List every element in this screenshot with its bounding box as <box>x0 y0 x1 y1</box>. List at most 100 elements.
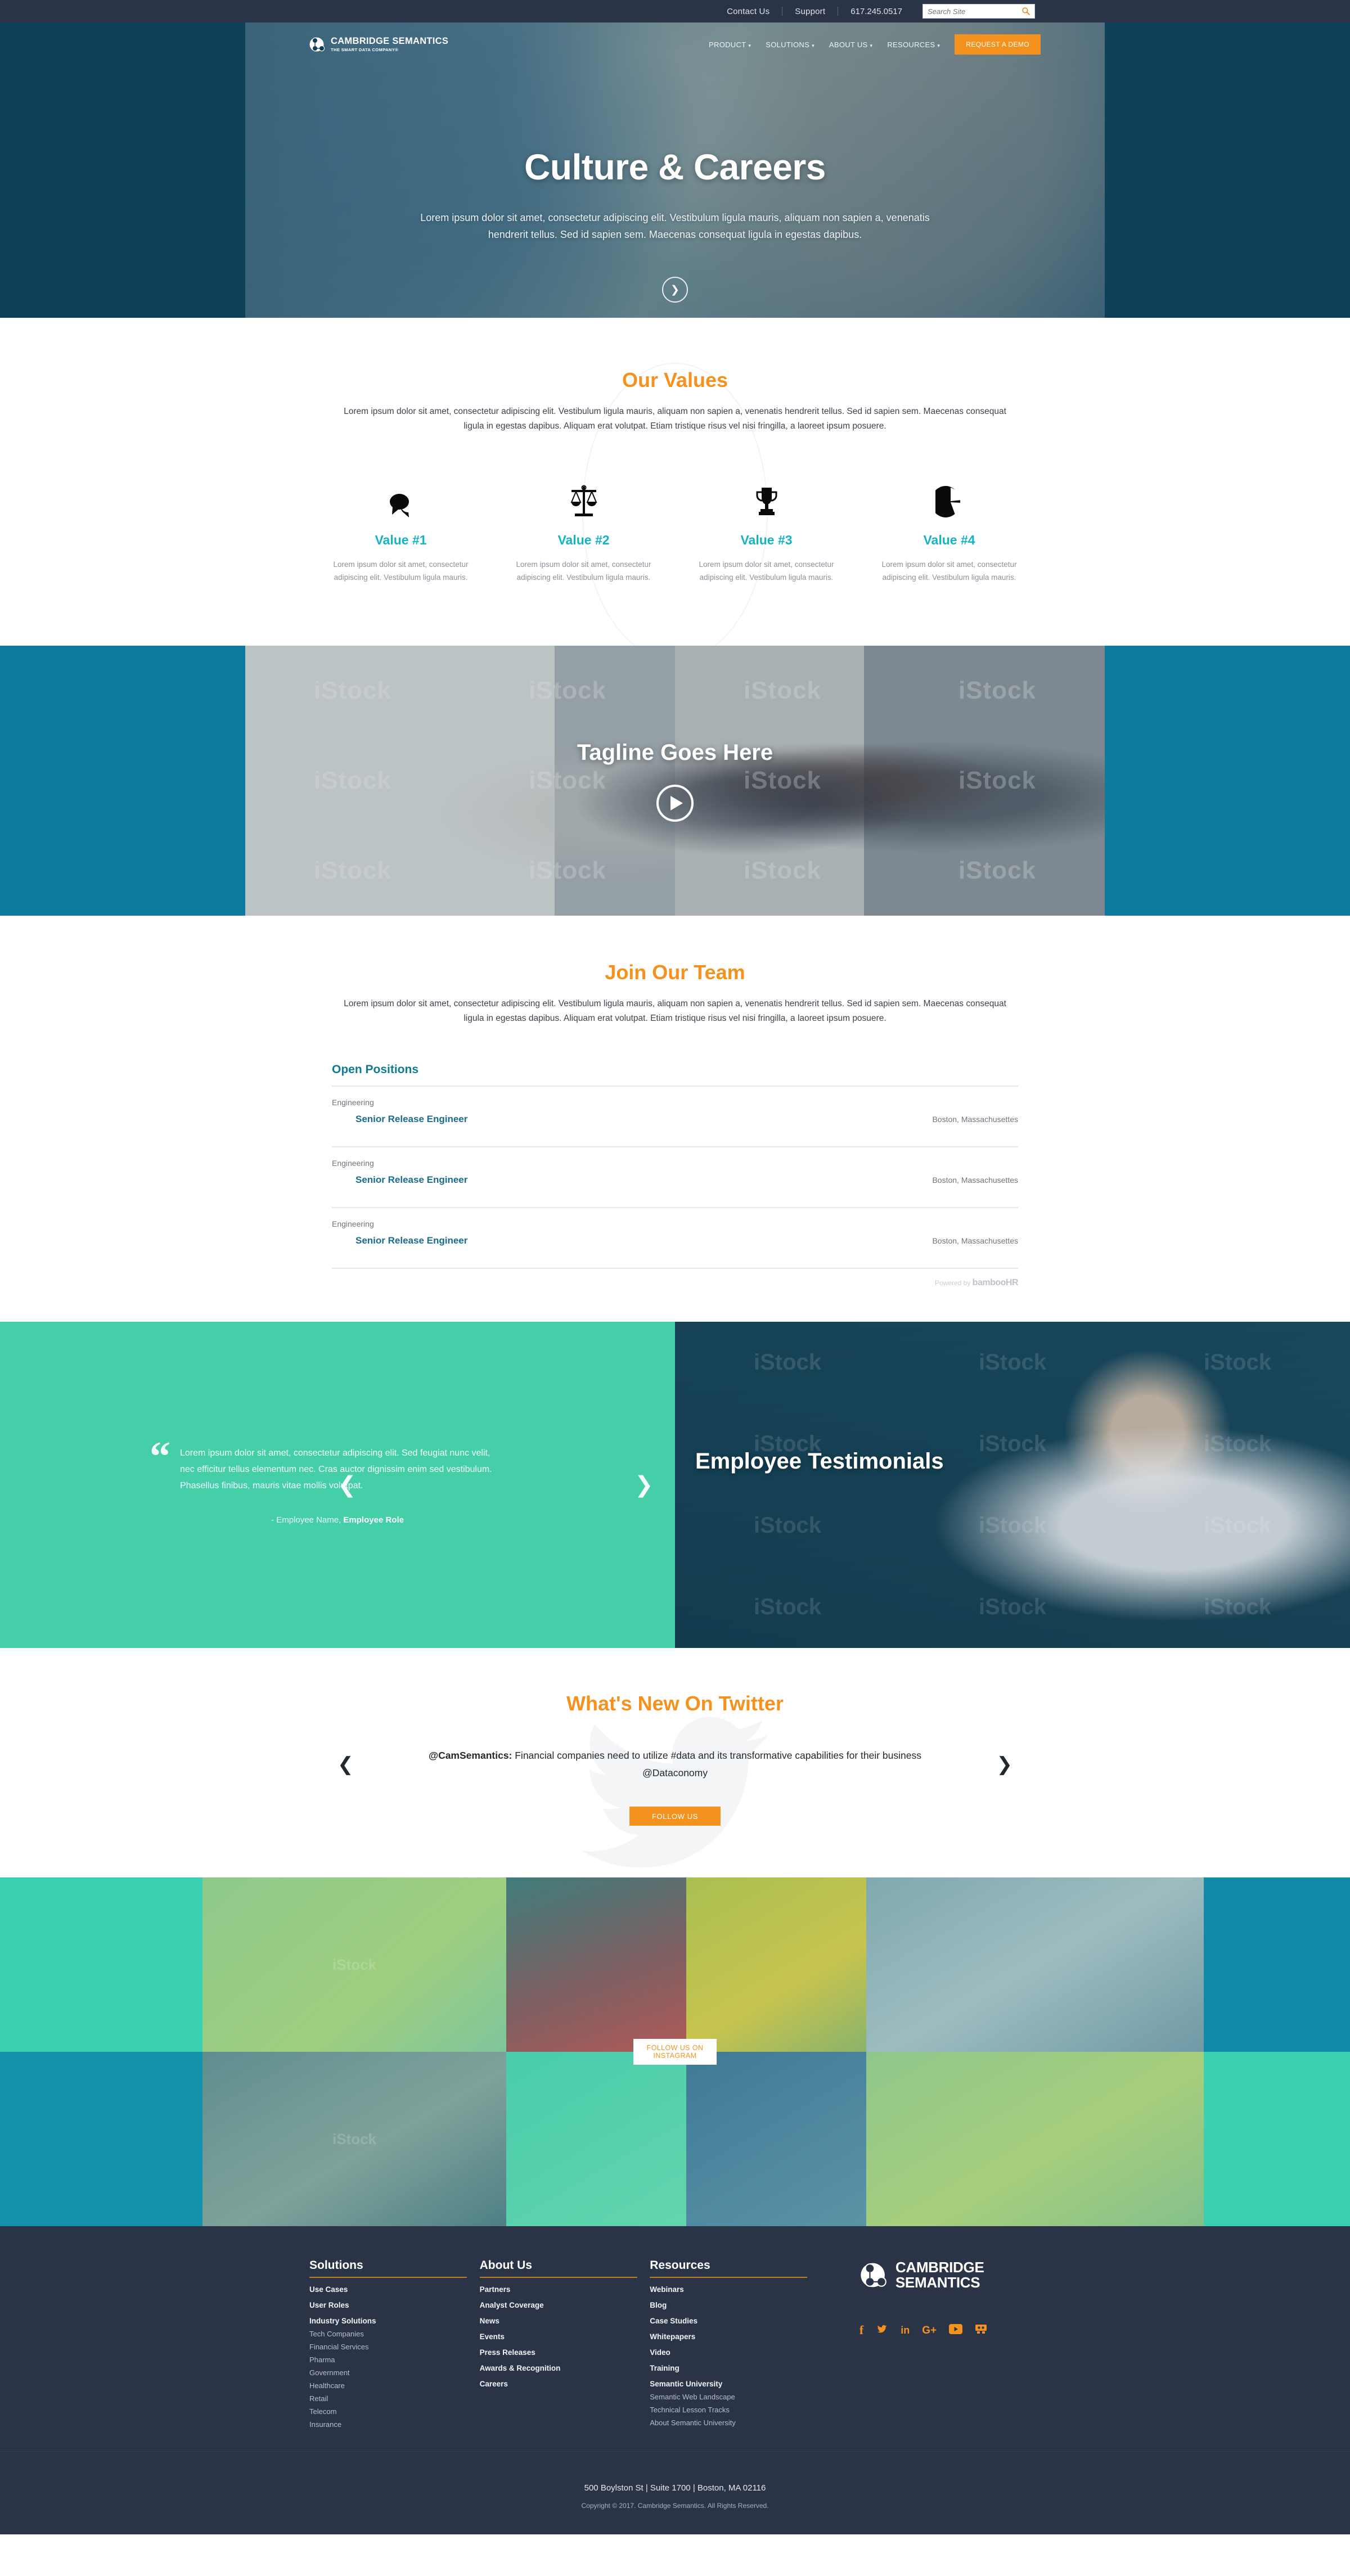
footer-link-news[interactable]: News <box>480 2317 650 2325</box>
tweet-body: Financial companies need to utilize #dat… <box>512 1750 921 1778</box>
instagram-tile[interactable] <box>506 1877 686 2052</box>
job-title-link[interactable]: Senior Release Engineer <box>356 1235 467 1246</box>
value-card: Value #2 Lorem ipsum dolor sit amet, con… <box>492 474 675 584</box>
request-demo-button[interactable]: REQUEST A DEMO <box>955 34 1041 55</box>
footer-column-about-us: About Us Partners Analyst Coverage News … <box>479 2259 650 2388</box>
linkedin-icon[interactable]: in <box>901 2325 910 2335</box>
main-navbar: CAMBRIDGE SEMANTICS THE SMART DATA COMPA… <box>0 22 1350 66</box>
hero-section: CAMBRIDGE SEMANTICS THE SMART DATA COMPA… <box>0 22 1350 318</box>
scroll-down-button[interactable]: ❯ <box>662 277 688 303</box>
follow-us-button[interactable]: FOLLOW US <box>629 1807 721 1826</box>
instagram-tile[interactable]: iStock <box>202 2052 506 2226</box>
footer-link-user-roles[interactable]: User Roles <box>309 2301 480 2309</box>
divider <box>0 2451 1350 2452</box>
logo-title: CAMBRIDGE SEMANTICS <box>331 36 449 46</box>
footer-sublink-tech-companies[interactable]: Tech Companies <box>309 2330 480 2338</box>
footer-sublink-pharma[interactable]: Pharma <box>309 2356 480 2364</box>
contact-us-link[interactable]: Contact Us <box>714 7 782 16</box>
footer-sublink-financial-services[interactable]: Financial Services <box>309 2343 480 2351</box>
instagram-tile[interactable] <box>0 2052 202 2226</box>
job-department: Engineering <box>332 1098 374 1107</box>
instagram-tile[interactable] <box>686 2052 866 2226</box>
footer-link-industry-solutions[interactable]: Industry Solutions <box>309 2317 480 2325</box>
footer-sublink-retail[interactable]: Retail <box>309 2394 480 2403</box>
nav-item-about-us[interactable]: ABOUT US ▾ <box>829 40 872 49</box>
phone-number: 617.245.0517 <box>850 6 902 16</box>
utility-bar: Contact Us Support 617.245.0517 <box>0 0 1350 22</box>
footer-link-blog[interactable]: Blog <box>650 2301 820 2309</box>
twitter-handle: @CamSemantics: <box>429 1750 512 1761</box>
instagram-tile[interactable] <box>866 2052 1204 2226</box>
instagram-tile[interactable] <box>1204 2052 1350 2226</box>
twitter-icon[interactable] <box>876 2324 888 2336</box>
tweet-carousel: ❮ @CamSemantics: Financial companies nee… <box>338 1747 1012 1782</box>
search-icon[interactable] <box>1022 7 1030 16</box>
instagram-row-bottom: iStock <box>0 2052 1350 2226</box>
values-body: Lorem ipsum dolor sit amet, consectetur … <box>344 407 1006 431</box>
footer-sublink-about-semantic-university[interactable]: About Semantic University <box>650 2419 820 2427</box>
support-link[interactable]: Support <box>782 7 838 16</box>
quote-mark-icon: “ <box>150 1434 170 1480</box>
footer-sublink-technical-lesson-tracks[interactable]: Technical Lesson Tracks <box>650 2406 820 2414</box>
value-card: Value #3 Lorem ipsum dolor sit amet, con… <box>675 474 858 584</box>
footer-sublink-semantic-web-landscape[interactable]: Semantic Web Landscape <box>650 2393 820 2401</box>
footer-link-analyst-coverage[interactable]: Analyst Coverage <box>480 2301 650 2309</box>
instagram-tile[interactable]: iStock <box>202 1877 506 2052</box>
follow-instagram-button[interactable]: FOLLOW US ON INSTAGRAM <box>633 2039 717 2065</box>
job-row: Engineering Senior Release Engineer Bost… <box>332 1208 1018 1259</box>
instagram-tile[interactable] <box>1204 1877 1350 2052</box>
footer-link-case-studies[interactable]: Case Studies <box>650 2317 820 2325</box>
footer-link-events[interactable]: Events <box>480 2332 650 2341</box>
slideshare-icon[interactable] <box>975 2324 987 2336</box>
divider <box>309 2277 467 2278</box>
footer-sublink-telecom[interactable]: Telecom <box>309 2407 480 2416</box>
footer-link-press-releases[interactable]: Press Releases <box>480 2348 650 2357</box>
testimonial-panel-title: Employee Testimonials <box>695 1449 944 1474</box>
googleplus-icon[interactable]: G+ <box>922 2325 937 2336</box>
footer-column-title: About Us <box>479 2259 532 2272</box>
testimonial-next-button[interactable]: ❯ <box>634 1472 654 1498</box>
instagram-tile[interactable] <box>686 1877 866 2052</box>
footer-link-video[interactable]: Video <box>650 2348 820 2357</box>
footer-column-title: Solutions <box>309 2259 363 2272</box>
divider <box>479 2277 637 2278</box>
play-icon[interactable] <box>656 784 694 822</box>
footer-sublink-government[interactable]: Government <box>309 2368 480 2377</box>
instagram-tile[interactable] <box>506 2052 686 2226</box>
job-title-link[interactable]: Senior Release Engineer <box>356 1114 467 1125</box>
search-input[interactable] <box>923 5 1019 17</box>
chevron-down-icon: ▾ <box>937 42 940 48</box>
footer-link-training[interactable]: Training <box>650 2364 820 2372</box>
nav-item-solutions[interactable]: SOLUTIONS ▾ <box>766 40 814 49</box>
footer-sublink-healthcare[interactable]: Healthcare <box>309 2381 480 2390</box>
value-text: Lorem ipsum dolor sit amet, consectetur … <box>881 560 1017 582</box>
pie-chart-icon <box>878 474 1020 518</box>
nav-item-product[interactable]: PRODUCT ▾ <box>709 40 751 49</box>
footer-link-semantic-university[interactable]: Semantic University <box>650 2380 820 2388</box>
value-name: Value #1 <box>375 533 427 547</box>
footer-link-awards-recognition[interactable]: Awards & Recognition <box>480 2364 650 2372</box>
employee-name: - Employee Name, <box>271 1515 344 1525</box>
footer-link-whitepapers[interactable]: Whitepapers <box>650 2332 820 2341</box>
twitter-section: What's New On Twitter ❮ @CamSemantics: F… <box>0 1648 1350 1877</box>
our-values-section: Our Values Lorem ipsum dolor sit amet, c… <box>0 318 1350 646</box>
search-box[interactable] <box>922 4 1035 19</box>
footer-logo[interactable]: CAMBRIDGE SEMANTICS <box>860 2259 1041 2291</box>
job-title-link[interactable]: Senior Release Engineer <box>356 1174 467 1186</box>
footer-link-use-cases[interactable]: Use Cases <box>309 2285 480 2294</box>
footer-link-partners[interactable]: Partners <box>480 2285 650 2294</box>
tweet-prev-button[interactable]: ❮ <box>338 1753 354 1776</box>
footer-link-webinars[interactable]: Webinars <box>650 2285 820 2294</box>
youtube-icon[interactable] <box>949 2324 963 2336</box>
facebook-icon[interactable]: f <box>860 2324 863 2336</box>
value-text: Lorem ipsum dolor sit amet, consectetur … <box>333 560 469 582</box>
nav-item-resources[interactable]: RESOURCES ▾ <box>887 40 940 49</box>
site-logo[interactable]: CAMBRIDGE SEMANTICS THE SMART DATA COMPA… <box>309 35 448 54</box>
instagram-tile[interactable] <box>866 1877 1204 2052</box>
footer-link-careers[interactable]: Careers <box>480 2380 650 2388</box>
instagram-tile[interactable] <box>0 1877 202 2052</box>
divider <box>332 1268 1018 1269</box>
tweet-next-button[interactable]: ❯ <box>997 1753 1013 1776</box>
footer-sublink-insurance[interactable]: Insurance <box>309 2420 480 2429</box>
job-location: Boston, Massachusettes <box>932 1115 1018 1124</box>
